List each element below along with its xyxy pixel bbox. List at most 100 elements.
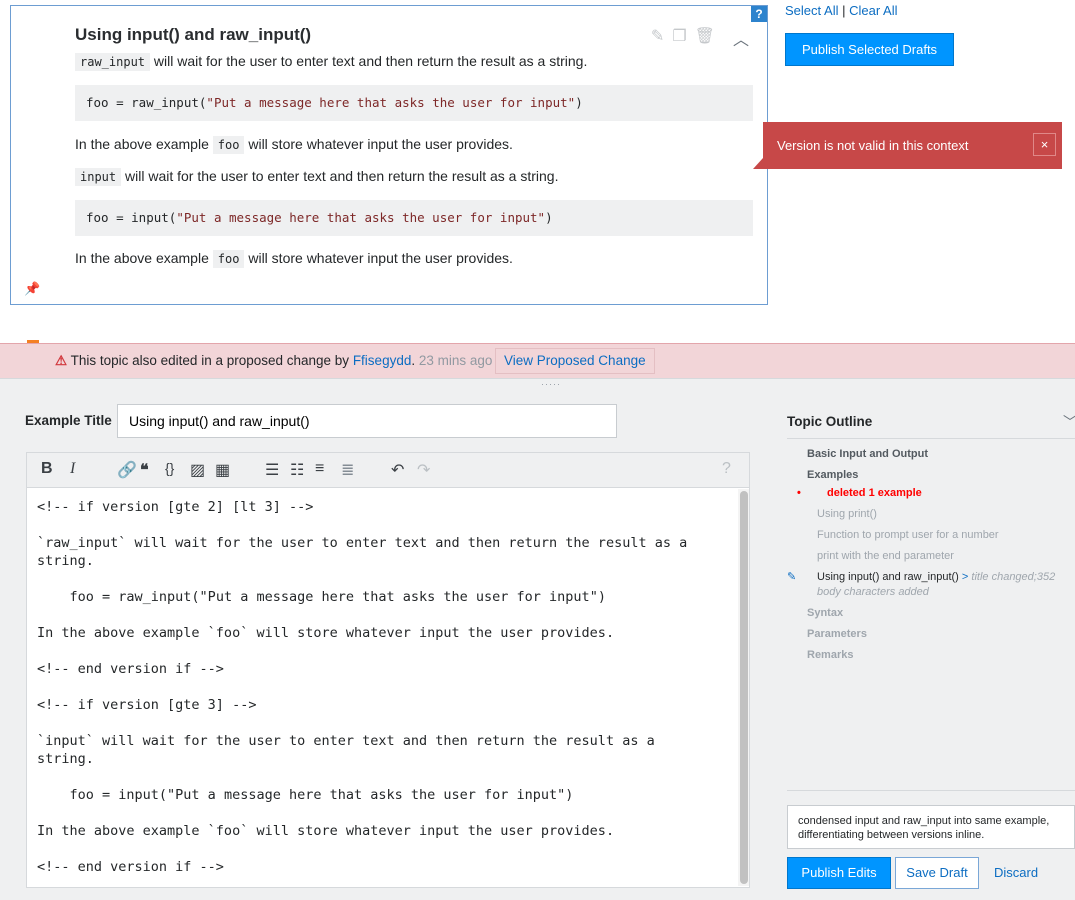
banner-text: This topic also edited in a proposed cha… — [70, 353, 353, 368]
pin-icon[interactable]: 📌 — [24, 281, 40, 297]
horizontal-rule-icon[interactable]: ≣ — [341, 460, 354, 480]
editor-line: In the above example `foo` will store wh… — [37, 625, 615, 641]
editor-line: foo = input("Put a message here that ask… — [37, 787, 574, 803]
user-link[interactable]: Ffisegydd — [353, 353, 412, 368]
editor-line: `input` will wait for the user to enter … — [37, 733, 663, 767]
inline-code: foo — [212, 250, 245, 268]
example-title-input[interactable] — [117, 404, 617, 438]
text: will wait for the user to enter text and… — [150, 53, 588, 69]
discard-link[interactable]: Discard — [994, 865, 1038, 880]
chevron-down-icon[interactable]: ﹀ — [1063, 412, 1075, 432]
warning-icon: ⚠ — [55, 353, 68, 368]
view-proposed-change-button[interactable]: View Proposed Change — [495, 348, 655, 374]
link-icon[interactable]: 🔗 — [117, 460, 137, 480]
bullet-icon: • — [797, 487, 801, 499]
edit-icon[interactable]: ✎ — [651, 26, 664, 50]
bullet-list-icon[interactable]: ☷ — [290, 460, 304, 480]
text: will store whatever input the user provi… — [244, 250, 513, 266]
proposed-change-banner: ⚠ This topic also edited in a proposed c… — [0, 343, 1075, 378]
timestamp: 23 mins ago — [418, 353, 493, 368]
text: will wait for the user to enter text and… — [121, 168, 559, 184]
text: body characters added — [817, 586, 929, 598]
example-card: Using input() and raw_input() ✎ ❐ 🗑 ︿ ra… — [10, 5, 768, 305]
editor-line: <!-- if version [gte 2] [lt 3] --> — [37, 499, 314, 515]
divider — [787, 790, 1075, 791]
resize-handle[interactable]: ····· — [541, 379, 561, 389]
outline-item-current[interactable]: Using input() and raw_input() > title ch… — [817, 571, 1055, 583]
example-title-label: Example Title — [25, 413, 112, 428]
publish-edits-button[interactable]: Publish Edits — [787, 857, 891, 889]
help-button[interactable]: ? — [751, 6, 767, 22]
change-note: body characters added — [817, 586, 929, 598]
edit-summary-input[interactable]: condensed input and raw_input into same … — [787, 805, 1075, 849]
inline-code: raw_input — [75, 53, 151, 71]
copy-icon[interactable]: ❐ — [672, 26, 686, 50]
outline-section[interactable]: Syntax — [807, 607, 843, 619]
text: In the above example — [75, 136, 213, 152]
clear-all-link[interactable]: Clear All — [849, 3, 897, 18]
code-string: "Put a message here that asks the user f… — [206, 95, 576, 110]
inline-code: foo — [212, 136, 245, 154]
code-icon[interactable]: {} — [165, 460, 174, 476]
scrollbar-thumb[interactable] — [740, 491, 748, 884]
outline-item[interactable]: Using print() — [817, 508, 877, 520]
error-message: Version is not valid in this context — [777, 138, 969, 153]
text: In the above example — [75, 250, 213, 266]
outline-item[interactable]: Function to prompt user for a number — [817, 529, 999, 541]
code: ) — [545, 210, 553, 225]
italic-icon[interactable]: I — [70, 460, 75, 478]
outline-topic[interactable]: Basic Input and Output — [807, 448, 928, 460]
selection-links: Select All | Clear All — [785, 3, 898, 18]
inline-code: input — [75, 168, 122, 186]
paragraph: input will wait for the user to enter te… — [75, 168, 559, 186]
paragraph: raw_input will wait for the user to ente… — [75, 53, 588, 71]
undo-icon[interactable]: ↶ — [391, 460, 404, 480]
text: will store whatever input the user provi… — [244, 136, 513, 152]
text: Using input() and raw_input() — [817, 571, 959, 583]
chevron-up-icon[interactable]: ︿ — [733, 26, 749, 50]
outline-section[interactable]: Remarks — [807, 649, 853, 661]
editor-line: <!-- end version if --> — [37, 661, 224, 677]
editor-line: `raw_input` will wait for the user to en… — [37, 535, 696, 569]
error-tooltip: Version is not valid in this context × — [753, 122, 1062, 169]
code-block: foo = input("Put a message here that ask… — [75, 200, 753, 236]
heading-icon[interactable]: ≡ — [315, 460, 324, 478]
editor-line: <!-- if version [gte 3] --> — [37, 697, 257, 713]
editor-line: foo = raw_input("Put a message here that… — [37, 589, 606, 605]
outline-deleted: deleted 1 example — [827, 487, 922, 499]
ordered-list-icon[interactable]: ☰ — [265, 460, 279, 480]
redo-icon[interactable]: ↷ — [417, 460, 430, 480]
publish-selected-drafts-button[interactable]: Publish Selected Drafts — [785, 33, 954, 66]
editor-line: In the above example `foo` will store wh… — [37, 823, 615, 839]
editor-line: <!-- end version if --> — [37, 859, 224, 875]
markdown-editor[interactable]: <!-- if version [gte 2] [lt 3] --> `raw_i… — [26, 487, 750, 888]
quote-icon[interactable]: ❝ — [140, 460, 149, 480]
help-icon[interactable]: ? — [722, 460, 731, 478]
outline-item[interactable]: print with the end parameter — [817, 550, 954, 562]
table-icon[interactable]: ▦ — [215, 460, 230, 480]
save-draft-button[interactable]: Save Draft — [895, 857, 979, 889]
pencil-icon: ✎ — [787, 571, 797, 583]
outline-section[interactable]: Parameters — [807, 628, 867, 640]
example-title: Using input() and raw_input() — [75, 25, 312, 44]
card-actions: ✎ ❐ 🗑 ︿ — [651, 26, 749, 50]
change-note: title changed;352 — [971, 571, 1056, 583]
code-block: foo = raw_input("Put a message here that… — [75, 85, 753, 121]
bold-icon[interactable]: B — [41, 460, 53, 478]
select-all-link[interactable]: Select All — [785, 3, 838, 18]
paragraph: In the above example foo will store what… — [75, 250, 513, 268]
image-icon[interactable]: ▨ — [190, 460, 205, 480]
delete-icon[interactable]: 🗑 — [695, 26, 715, 50]
separator: > — [958, 571, 972, 583]
code: ) — [575, 95, 583, 110]
editor-toolbar: B I 🔗 ❝ {} ▨ ▦ ☰ ☷ ≡ ≣ ↶ ↷ ? — [26, 452, 750, 487]
outline-examples[interactable]: Examples — [807, 469, 858, 481]
close-button[interactable]: × — [1033, 133, 1056, 156]
